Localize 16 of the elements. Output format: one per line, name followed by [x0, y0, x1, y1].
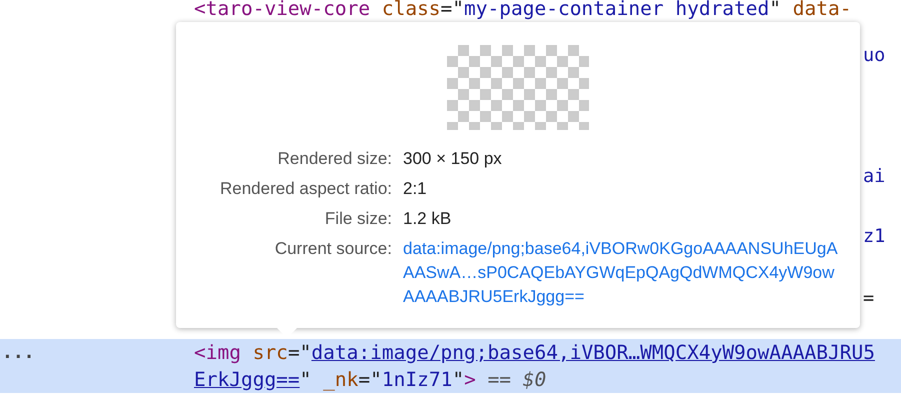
info-value: 1.2 kB — [403, 208, 452, 230]
code-text: = — [863, 288, 874, 309]
ellipsis-icon[interactable]: ... — [0, 342, 170, 363]
code-text: <taro-view-core class="my-page-container hydrated" data- — [194, 0, 852, 20]
code-text: ErkJggg==" _nk="1nIz71"> == $0 — [194, 368, 546, 391]
info-label: Rendered aspect ratio: — [219, 178, 392, 200]
code-text: uo — [863, 45, 886, 66]
info-label: Rendered size: — [276, 148, 392, 170]
info-label: File size: — [324, 208, 392, 230]
info-value: 300 × 150 px — [403, 148, 503, 170]
info-value: 2:1 — [403, 178, 428, 200]
code-text: <img src="data:image/png;base64,iVBOR…WMQCX4yW9owAAAABJRU5 — [194, 341, 875, 364]
code-text: ai — [863, 166, 886, 187]
source-link[interactable]: data:image/png;base64,iVBORw0KGgoAAAANSUhEUgAAASwA…sP0CAQEbAYGWqEpQAgQdWMQCX4yW9owAAAABJRU5ErkJggg== — [403, 237, 843, 309]
info-label: Current source: — [274, 238, 392, 260]
code-text: z1 — [863, 226, 886, 247]
